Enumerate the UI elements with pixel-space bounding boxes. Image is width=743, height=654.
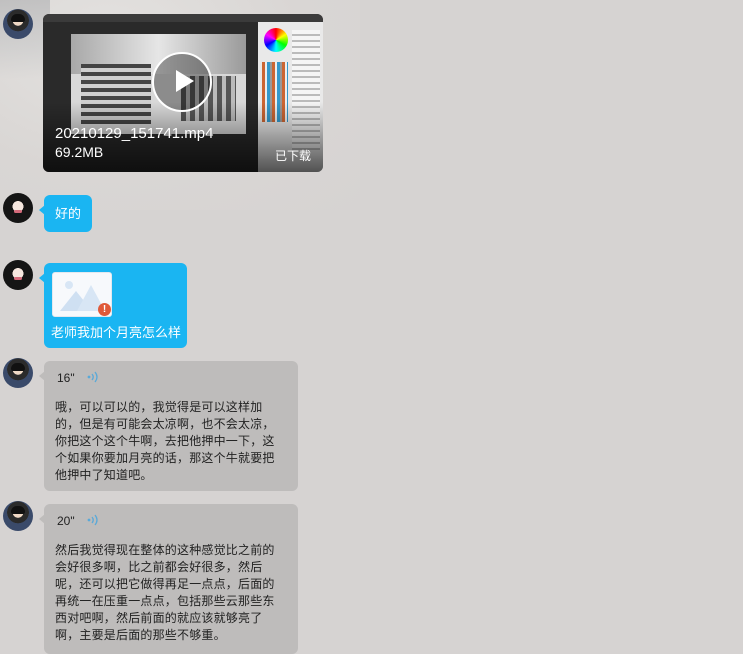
voice-duration: 20" (57, 514, 75, 528)
sender-avatar[interactable] (3, 501, 33, 531)
voice-bubble[interactable]: 16" 哦，可以可以的，我觉得是可以这样加的，但是有可能会太凉啊，也不会太凉，你… (39, 361, 298, 491)
image-placeholder-icon[interactable]: ! (52, 272, 112, 317)
voice-bubble[interactable]: 20" 然后我觉得现在整体的这种感觉比之前的会好很多啊，比之前都会好很多，然后呢… (39, 504, 298, 654)
download-status: 已下载 (274, 149, 311, 163)
image-caption: 老师我加个月亮怎么样 (51, 325, 182, 340)
sender-avatar[interactable] (3, 260, 33, 290)
video-card[interactable]: 20210129_151741.mp4 69.2MB 已下载 (43, 14, 323, 172)
video-thumbnail-toolbar (43, 14, 323, 22)
voice-wave-icon (87, 371, 98, 383)
voice-transcript: 哦，可以可以的，我觉得是可以这样加的，但是有可能会太凉啊，也不会太凉，你把这个这… (55, 400, 275, 482)
error-icon: ! (98, 303, 111, 316)
sender-avatar[interactable] (3, 193, 33, 223)
video-size: 69.2MB (55, 144, 104, 160)
video-filename: 20210129_151741.mp4 (55, 125, 214, 142)
voice-duration: 16" (57, 371, 75, 385)
play-icon[interactable] (152, 52, 212, 112)
voice-wave-icon (87, 514, 98, 526)
text-bubble[interactable]: 好的 (38, 195, 93, 232)
voice-transcript: 然后我觉得现在整体的这种感觉比之前的会好很多啊，比之前都会好很多，然后呢，还可以… (55, 543, 275, 642)
sender-avatar[interactable] (3, 358, 33, 388)
message-text-content: 好的 (55, 206, 82, 221)
image-bubble[interactable]: ! 老师我加个月亮怎么样 (39, 263, 187, 348)
sender-avatar[interactable] (3, 9, 33, 39)
